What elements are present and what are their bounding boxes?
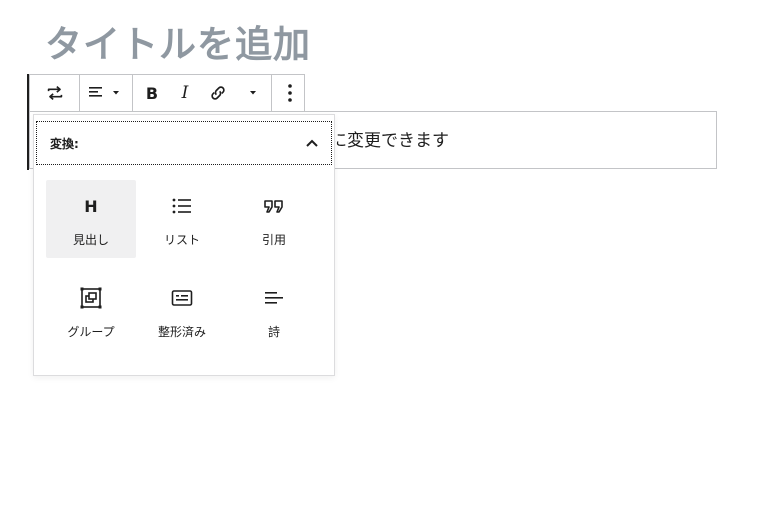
transform-option-quote[interactable]: 引用	[228, 180, 320, 258]
transform-option-preformatted[interactable]: 整形済み	[136, 272, 228, 350]
transform-dropdown-header[interactable]: 変換:	[36, 121, 332, 165]
toolbar-group-options	[272, 75, 308, 111]
transform-arrows-icon	[47, 85, 62, 101]
transform-option-label: グループ	[67, 325, 115, 339]
transform-option-list[interactable]: リスト	[136, 180, 228, 258]
align-button[interactable]	[80, 75, 132, 111]
transform-option-label: 詩	[267, 325, 280, 339]
italic-button[interactable]: I	[169, 75, 201, 111]
bold-button[interactable]: B	[133, 75, 169, 111]
transform-option-label: 整形済み	[157, 325, 206, 339]
transform-option-heading[interactable]: H 見出し	[46, 180, 136, 258]
align-left-icon	[89, 87, 102, 97]
transform-options-grid: H 見出し リスト 引用 グループ 整形済み 詩	[46, 180, 322, 350]
transform-option-label: リスト	[163, 233, 200, 247]
block-toolbar: B I	[29, 74, 305, 112]
paragraph-text[interactable]: に変更できます	[330, 126, 449, 151]
transform-option-group[interactable]: グループ	[46, 272, 136, 350]
link-icon	[211, 86, 225, 100]
toolbar-group-align	[80, 75, 133, 111]
chevron-down-icon	[113, 91, 119, 95]
transform-option-label: 引用	[261, 233, 286, 247]
quote-icon	[264, 200, 283, 213]
heading-icon: H	[84, 196, 98, 216]
options-button[interactable]	[272, 75, 308, 111]
transform-option-label: 見出し	[72, 233, 109, 247]
transform-option-verse[interactable]: 詩	[228, 272, 320, 350]
chevron-up-icon	[306, 139, 318, 147]
group-icon	[80, 287, 102, 309]
more-rich-text-button[interactable]	[235, 75, 271, 111]
chevron-down-icon	[250, 91, 256, 95]
preformatted-icon	[171, 290, 193, 306]
post-title[interactable]: タイトルを追加	[45, 18, 311, 70]
transform-label: 変換:	[50, 136, 79, 151]
list-icon	[172, 198, 191, 214]
toolbar-group-format: B I	[133, 75, 272, 111]
link-button[interactable]	[201, 75, 235, 111]
more-vertical-icon	[288, 84, 292, 102]
toolbar-group-transform	[30, 75, 80, 111]
transform-dropdown: 変換: H 見出し リスト 引用 グループ 整形済み 詩	[33, 114, 335, 376]
transform-button[interactable]	[30, 75, 79, 111]
verse-icon	[265, 292, 283, 304]
